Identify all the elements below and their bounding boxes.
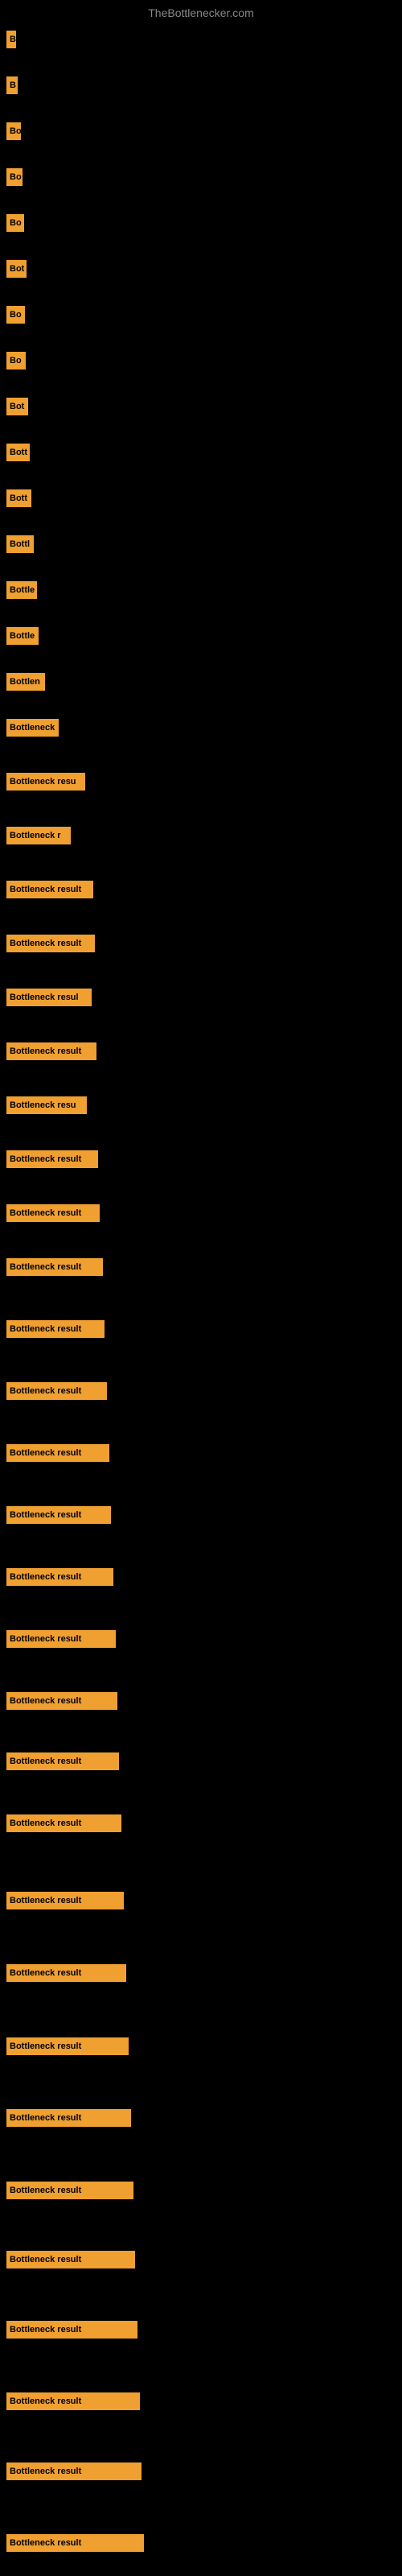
- bar-item: Bot: [6, 398, 28, 415]
- bar-label: Bottleneck resul: [10, 993, 79, 1002]
- bar-label: Bott: [10, 493, 27, 503]
- bar-item: Bo: [6, 214, 24, 232]
- bar-item: Bottleneck r: [6, 827, 71, 844]
- bar-item: B: [6, 31, 16, 48]
- bar-label: Bottl: [10, 539, 30, 549]
- bar-item: Bo: [6, 122, 21, 140]
- bar-label: Bottleneck result: [10, 2113, 81, 2123]
- bar-label: Bottleneck result: [10, 1386, 81, 1396]
- bar-item: Bottleneck result: [6, 1150, 98, 1168]
- bar-item: Bottleneck result: [6, 1630, 116, 1648]
- bar-label: Bottleneck result: [10, 1896, 81, 1905]
- bar-label: Bottleneck result: [10, 1968, 81, 1978]
- bar-label: Bo: [10, 356, 22, 365]
- bar-label: Bottleneck result: [10, 1572, 81, 1582]
- bar-label: Bottleneck result: [10, 1208, 81, 1218]
- bar-item: Bottlen: [6, 673, 45, 691]
- bar-item: Bottleneck result: [6, 2321, 137, 2339]
- bar-label: Bottle: [10, 631, 35, 641]
- bar-item: Bottleneck result: [6, 2462, 142, 2480]
- bar-item: Bottleneck result: [6, 1814, 121, 1832]
- bar-label: Bo: [10, 126, 21, 136]
- bar-item: Bo: [6, 352, 26, 369]
- bar-label: Bottleneck result: [10, 1634, 81, 1644]
- bar-label: Bottleneck result: [10, 1046, 81, 1056]
- bar-item: Bottl: [6, 535, 34, 553]
- bar-label: Bo: [10, 218, 22, 228]
- bar-item: Bot: [6, 260, 27, 278]
- bar-label: Bottleneck result: [10, 2467, 81, 2476]
- bar-label: Bottleneck result: [10, 1757, 81, 1766]
- bar-item: Bottleneck result: [6, 1892, 124, 1909]
- bar-item: Bo: [6, 306, 25, 324]
- bar-item: Bottleneck result: [6, 1444, 109, 1462]
- bar-item: Bottleneck result: [6, 935, 95, 952]
- bar-item: Bottleneck result: [6, 1204, 100, 1222]
- bar-item: Bottleneck result: [6, 1692, 117, 1710]
- bar-item: Bottleneck result: [6, 1752, 119, 1770]
- bar-item: B: [6, 76, 18, 94]
- bar-label: Bottleneck result: [10, 2186, 81, 2195]
- bar-item: Bottleneck result: [6, 1506, 111, 1524]
- bar-label: Bottleneck resu: [10, 1100, 76, 1110]
- bar-label: Bottleneck result: [10, 2325, 81, 2334]
- bar-label: Bottleneck result: [10, 939, 81, 948]
- bar-item: Bottleneck resu: [6, 773, 85, 791]
- bar-item: Bottleneck result: [6, 2037, 129, 2055]
- bar-label: Bottleneck result: [10, 1154, 81, 1164]
- bar-item: Bottleneck result: [6, 2251, 135, 2268]
- bar-label: Bottle: [10, 585, 35, 595]
- site-title: TheBottlenecker.com: [148, 6, 254, 19]
- bar-label: Bo: [10, 172, 22, 182]
- bar-item: Bottleneck result: [6, 2392, 140, 2410]
- bar-label: B: [10, 35, 16, 44]
- bar-item: Bo: [6, 168, 23, 186]
- bar-label: Bottleneck result: [10, 1818, 81, 1828]
- bar-label: Bottleneck result: [10, 2041, 81, 2051]
- bar-label: Bot: [10, 264, 24, 274]
- bar-label: Bottleneck result: [10, 1696, 81, 1706]
- bar-item: Bottle: [6, 627, 39, 645]
- bar-label: Bottlen: [10, 677, 40, 687]
- bar-label: Bottleneck result: [10, 1510, 81, 1520]
- bar-label: Bottleneck result: [10, 1448, 81, 1458]
- bar-label: Bottleneck result: [10, 2255, 81, 2264]
- bar-item: Bottleneck result: [6, 2534, 144, 2552]
- bar-item: Bottleneck result: [6, 1382, 107, 1400]
- bar-item: Bottleneck result: [6, 1964, 126, 1982]
- bar-item: Bottleneck resul: [6, 989, 92, 1006]
- bar-label: Bottleneck result: [10, 885, 81, 894]
- bar-item: Bottleneck result: [6, 1320, 105, 1338]
- bar-item: Bott: [6, 444, 30, 461]
- bar-item: Bottleneck result: [6, 2182, 133, 2199]
- bar-label: Bottleneck result: [10, 2538, 81, 2548]
- bar-item: Bottleneck result: [6, 881, 93, 898]
- bar-label: Bottleneck r: [10, 831, 61, 840]
- bar-item: Bottleneck result: [6, 2109, 131, 2127]
- bar-item: Bottleneck resu: [6, 1096, 87, 1114]
- bar-label: Bottleneck result: [10, 2396, 81, 2406]
- bar-item: Bottleneck: [6, 719, 59, 737]
- bar-label: B: [10, 80, 16, 90]
- bar-label: Bottleneck result: [10, 1262, 81, 1272]
- bar-item: Bottleneck result: [6, 1042, 96, 1060]
- bar-item: Bott: [6, 489, 31, 507]
- bar-item: Bottleneck result: [6, 1568, 113, 1586]
- bar-label: Bot: [10, 402, 24, 411]
- bar-item: Bottle: [6, 581, 37, 599]
- bar-label: Bo: [10, 310, 22, 320]
- bar-item: Bottleneck result: [6, 1258, 103, 1276]
- bar-label: Bottleneck resu: [10, 777, 76, 786]
- bar-label: Bott: [10, 448, 27, 457]
- bar-label: Bottleneck result: [10, 1324, 81, 1334]
- bar-label: Bottleneck: [10, 723, 55, 733]
